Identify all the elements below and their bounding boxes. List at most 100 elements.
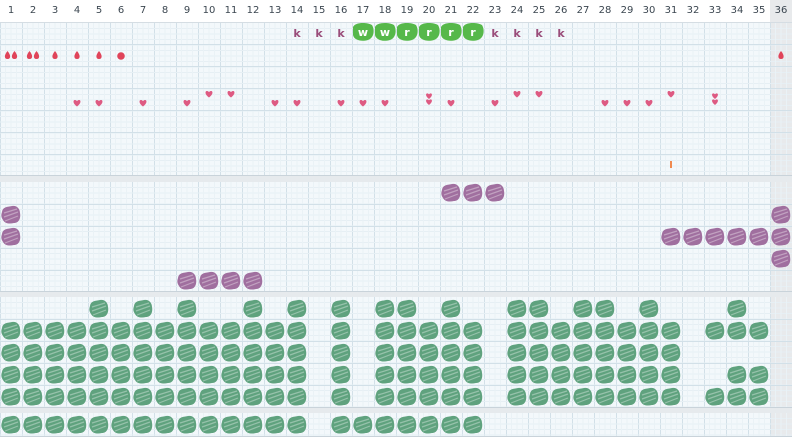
purple-scribble-icon bbox=[661, 227, 681, 246]
column-header-33: 33 bbox=[708, 5, 722, 16]
green-scribble-icon bbox=[23, 415, 43, 434]
k-label: k bbox=[491, 27, 499, 40]
green-scribble-icon bbox=[551, 321, 571, 340]
k-label: k bbox=[535, 27, 543, 40]
green-scribble-icon bbox=[287, 299, 307, 318]
green-scribble-icon bbox=[243, 365, 263, 384]
green-scribble-icon bbox=[155, 387, 175, 406]
green-scribble-icon bbox=[617, 387, 637, 406]
green-scribble-icon bbox=[89, 387, 109, 406]
green-scribble-icon bbox=[551, 343, 571, 362]
green-scribble-icon bbox=[67, 415, 87, 434]
green-scribble-icon bbox=[177, 321, 197, 340]
column-header-26: 26 bbox=[554, 5, 568, 16]
green-scribble-icon bbox=[287, 321, 307, 340]
green-scribble-icon bbox=[441, 343, 461, 362]
green-scribble-icon bbox=[661, 321, 681, 340]
green-scribble-icon bbox=[67, 321, 87, 340]
green-scribble-icon bbox=[1, 387, 21, 406]
green-scribble-icon bbox=[23, 321, 43, 340]
green-scribble-icon bbox=[221, 415, 241, 434]
water-drop-icon bbox=[117, 52, 125, 60]
column-header-9: 9 bbox=[183, 5, 191, 16]
green-scribble-icon bbox=[507, 299, 527, 318]
green-scribble-icon bbox=[243, 387, 263, 406]
green-scribble-icon bbox=[397, 343, 417, 362]
k-label: k bbox=[293, 27, 301, 40]
column-header-36: 36 bbox=[770, 0, 792, 22]
section-divider bbox=[0, 292, 792, 297]
purple-scribble-icon bbox=[243, 271, 263, 290]
svg-text:w: w bbox=[380, 26, 390, 39]
green-scribble-icon bbox=[749, 365, 769, 384]
green-scribble-icon bbox=[463, 365, 483, 384]
green-scribble-icon bbox=[287, 365, 307, 384]
k-label: k bbox=[337, 27, 345, 40]
green-scribble-icon bbox=[463, 343, 483, 362]
green-scribble-icon bbox=[177, 415, 197, 434]
green-scribble-icon bbox=[1, 321, 21, 340]
column-header-3: 3 bbox=[51, 5, 59, 16]
green-scribble-icon bbox=[507, 365, 527, 384]
svg-text:r: r bbox=[426, 26, 432, 39]
green-scribble-icon bbox=[199, 343, 219, 362]
purple-scribble-icon bbox=[683, 227, 703, 246]
column-header-14: 14 bbox=[290, 5, 304, 16]
green-scribble-icon bbox=[1, 415, 21, 434]
k-label: k bbox=[315, 27, 323, 40]
green-scribble-icon bbox=[23, 365, 43, 384]
green-scribble-icon bbox=[529, 365, 549, 384]
green-scribble-icon bbox=[397, 299, 417, 318]
green-scribble-icon bbox=[155, 343, 175, 362]
column-header-6: 6 bbox=[117, 5, 125, 16]
column-header-20: 20 bbox=[422, 5, 436, 16]
green-scribble-icon bbox=[573, 387, 593, 406]
green-scribble-icon bbox=[177, 365, 197, 384]
green-scribble-icon bbox=[441, 299, 461, 318]
green-scribble-icon bbox=[419, 365, 439, 384]
column-header-21: 21 bbox=[444, 5, 458, 16]
green-scribble-icon bbox=[331, 299, 351, 318]
purple-scribble-icon bbox=[441, 183, 461, 202]
green-scribble-icon bbox=[375, 299, 395, 318]
green-scribble-icon bbox=[133, 299, 153, 318]
green-scribble-icon bbox=[595, 365, 615, 384]
green-scribble-icon bbox=[551, 387, 571, 406]
green-scribble-icon bbox=[441, 415, 461, 434]
green-scribble-icon bbox=[595, 299, 615, 318]
green-scribble-icon bbox=[111, 387, 131, 406]
section-divider bbox=[0, 408, 792, 413]
purple-scribble-icon bbox=[221, 271, 241, 290]
green-scribble-icon bbox=[595, 387, 615, 406]
green-letter-badge-icon: r bbox=[463, 22, 484, 41]
green-scribble-icon bbox=[727, 365, 747, 384]
green-scribble-icon bbox=[749, 387, 769, 406]
section-divider bbox=[0, 176, 792, 182]
green-scribble-icon bbox=[529, 321, 549, 340]
column-header-16: 16 bbox=[334, 5, 348, 16]
green-letter-badge-icon: w bbox=[353, 22, 374, 41]
green-scribble-icon bbox=[331, 343, 351, 362]
green-scribble-icon bbox=[23, 343, 43, 362]
column-header-18: 18 bbox=[378, 5, 392, 16]
green-scribble-icon bbox=[265, 387, 285, 406]
green-scribble-icon bbox=[639, 387, 659, 406]
purple-scribble-icon bbox=[463, 183, 483, 202]
green-scribble-icon bbox=[89, 365, 109, 384]
column-header-32: 32 bbox=[686, 5, 700, 16]
green-scribble-icon bbox=[463, 387, 483, 406]
column-header: 1 2 3 4 5 6 7 8 9 10 11 12 13 14 15 16 17 18 19 20 21 22 23 24 2… bbox=[0, 0, 792, 23]
green-scribble-icon bbox=[199, 321, 219, 340]
green-scribble-icon bbox=[199, 415, 219, 434]
green-scribble-icon bbox=[573, 299, 593, 318]
green-scribble-icon bbox=[419, 415, 439, 434]
green-scribble-icon bbox=[397, 415, 417, 434]
purple-scribble-icon bbox=[771, 205, 791, 224]
svg-text:r: r bbox=[470, 26, 476, 39]
svg-text:w: w bbox=[358, 26, 368, 39]
column-header-19: 19 bbox=[400, 5, 414, 16]
green-scribble-icon bbox=[265, 343, 285, 362]
green-scribble-icon bbox=[265, 365, 285, 384]
column-header-34: 34 bbox=[730, 5, 744, 16]
purple-scribble-icon bbox=[705, 227, 725, 246]
